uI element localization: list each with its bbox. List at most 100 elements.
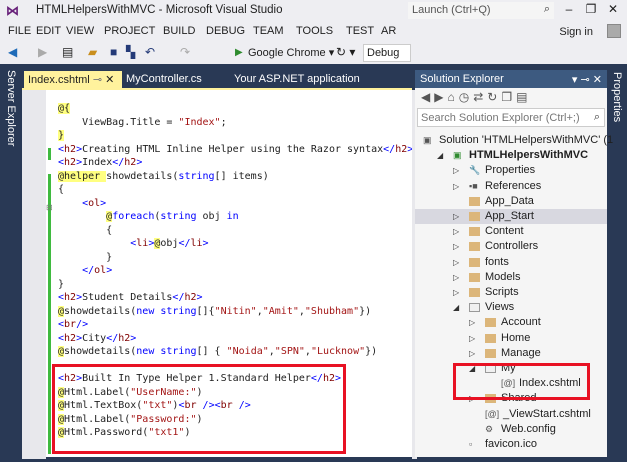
close-tab-icon[interactable]: ✕	[105, 74, 114, 86]
properties-tab[interactable]: Properties	[609, 72, 623, 122]
tree-item[interactable]: ◢ Views	[415, 300, 607, 315]
refresh-icon[interactable]: ↻ ▾	[336, 45, 355, 59]
panel-controls[interactable]: ▾ ⊸ ✕	[572, 73, 602, 86]
configuration-select[interactable]: Debug	[363, 44, 411, 62]
tree-item-label: Home	[501, 331, 531, 344]
menu-test[interactable]: TEST	[346, 25, 374, 37]
code-token: </	[82, 265, 95, 276]
solution-search-input[interactable]: Search Solution Explorer (Ctrl+;) ⌕	[417, 108, 605, 127]
forward-icon[interactable]: ▶	[38, 45, 47, 59]
sign-in-link[interactable]: Sign in	[559, 26, 593, 38]
collapsed-arrow-icon[interactable]: ▷	[453, 209, 459, 224]
tree-item[interactable]: ▷ App_Start	[415, 209, 607, 224]
close-button[interactable]: ✕	[603, 2, 623, 16]
tab-index-cshtml[interactable]: Index.cshtml ⊸ ✕	[24, 71, 122, 88]
refresh-icon[interactable]: ↻	[487, 90, 501, 104]
tree-item[interactable]: ▫ favicon.ico	[415, 437, 607, 452]
undo-icon[interactable]: ↶	[145, 45, 155, 59]
back-icon[interactable]: ◀	[8, 45, 17, 59]
avatar[interactable]	[607, 24, 621, 38]
collapsed-arrow-icon[interactable]: ▷	[453, 285, 459, 300]
tab-aspnet-application[interactable]: Your ASP.NET application	[230, 71, 364, 88]
code-line: }	[58, 129, 413, 143]
open-file-icon[interactable]: ▰	[88, 45, 97, 59]
quick-launch-input[interactable]: Launch (Ctrl+Q) ⌕	[408, 2, 554, 19]
collapsed-arrow-icon[interactable]: ▷	[453, 179, 459, 194]
code-token: >	[136, 157, 143, 168]
tree-item[interactable]: ▷ 🔧 Properties	[415, 163, 607, 178]
code-token: "Shubham"	[304, 305, 360, 317]
code-token: ol	[88, 197, 101, 209]
menu-view[interactable]: VIEW	[66, 25, 94, 37]
server-explorer-tab[interactable]: Server Explorer	[3, 70, 17, 146]
code-token: })	[359, 305, 372, 317]
tab-mycontroller[interactable]: MyController.cs	[122, 71, 206, 88]
restore-button[interactable]: ❐	[581, 2, 601, 16]
tree-item[interactable]: ▷ Account	[415, 315, 607, 330]
collapsed-arrow-icon[interactable]: ▷	[453, 255, 459, 270]
tree-item[interactable]: ▷ ▪■ References	[415, 179, 607, 194]
collapsed-arrow-icon[interactable]: ▷	[469, 331, 475, 346]
code-token: Index	[82, 157, 113, 168]
menu-project[interactable]: PROJECT	[104, 25, 155, 37]
code-token: showdetails(	[64, 346, 137, 357]
redo-icon[interactable]: ↷	[180, 45, 190, 59]
save-icon[interactable]: ■	[110, 45, 117, 59]
collapsed-arrow-icon[interactable]: ▷	[469, 315, 475, 330]
collapsed-arrow-icon[interactable]: ▷	[469, 346, 475, 361]
menu-tools[interactable]: TOOLS	[296, 25, 333, 37]
menu-debug[interactable]: DEBUG	[206, 25, 245, 37]
tree-item[interactable]: ▷ Manage	[415, 346, 607, 361]
tree-item[interactable]: ▷ Controllers	[415, 239, 607, 254]
menu-build[interactable]: BUILD	[163, 25, 195, 37]
tree-item[interactable]: ▷ Home	[415, 331, 607, 346]
tree-item[interactable]: ▷ Content	[415, 224, 607, 239]
home-icon[interactable]: ⌂	[447, 90, 458, 104]
tree-item-label: Manage	[501, 346, 541, 359]
forward-icon[interactable]: ▶	[434, 90, 447, 104]
menu-edit[interactable]: EDIT	[36, 25, 61, 37]
tree-item[interactable]: ▷ fonts	[415, 255, 607, 270]
code-token: "Lucknow"	[310, 346, 366, 357]
collapse-icon[interactable]: ⊟	[46, 203, 53, 212]
start-icon[interactable]: ▶	[235, 47, 243, 58]
code-token: [] items)	[214, 170, 269, 182]
tree-item[interactable]: ◢ ▣ HTMLHelpersWithMVC	[415, 148, 607, 163]
project-icon: ▣	[453, 150, 462, 161]
tree-item[interactable]: ▷ Models	[415, 270, 607, 285]
collapse-all-icon[interactable]: ❐	[501, 90, 516, 104]
code-token: "SPN"	[274, 346, 305, 357]
pin-icon[interactable]: ⊸	[93, 74, 102, 86]
save-all-icon[interactable]: ▚	[126, 45, 135, 59]
code-token: </	[112, 157, 125, 168]
collapsed-arrow-icon[interactable]: ▷	[453, 239, 459, 254]
browser-selector[interactable]: Google Chrome ▾	[248, 46, 334, 59]
collapsed-arrow-icon[interactable]: ▷	[453, 270, 459, 285]
code-token: }	[58, 251, 113, 263]
expanded-arrow-icon[interactable]: ◢	[437, 148, 443, 163]
code-token: "Amit"	[262, 305, 299, 317]
sync-icon[interactable]: ⇄	[473, 90, 487, 104]
menu-team[interactable]: TEAM	[253, 25, 284, 37]
collapsed-arrow-icon[interactable]: ▷	[453, 224, 459, 239]
history-icon[interactable]: ◷	[459, 90, 473, 104]
show-files-icon[interactable]: ▤	[516, 90, 531, 104]
minimize-button[interactable]: –	[559, 2, 579, 16]
expanded-arrow-icon[interactable]: ◢	[453, 300, 459, 315]
code-token: {	[58, 224, 113, 236]
menu-file[interactable]: FILE	[8, 25, 31, 37]
back-icon[interactable]: ◀	[421, 90, 434, 104]
tree-item[interactable]: [@] _ViewStart.cshtml	[415, 407, 607, 422]
tree-item[interactable]: ▷ Scripts	[415, 285, 607, 300]
code-token: h2	[64, 292, 77, 303]
tree-item[interactable]: ⚙ Web.config	[415, 422, 607, 437]
code-line: }	[58, 278, 413, 292]
tree-item[interactable]: ▣ Solution 'HTMLHelpersWithMVC' (1	[415, 133, 613, 148]
code-token: ViewBag.Title =	[58, 116, 179, 128]
new-project-icon[interactable]: ▤	[62, 45, 73, 59]
tree-item[interactable]: App_Data	[415, 194, 607, 209]
change-marker	[48, 174, 51, 454]
menu-ar[interactable]: AR	[381, 25, 396, 37]
collapsed-arrow-icon[interactable]: ▷	[453, 163, 459, 178]
